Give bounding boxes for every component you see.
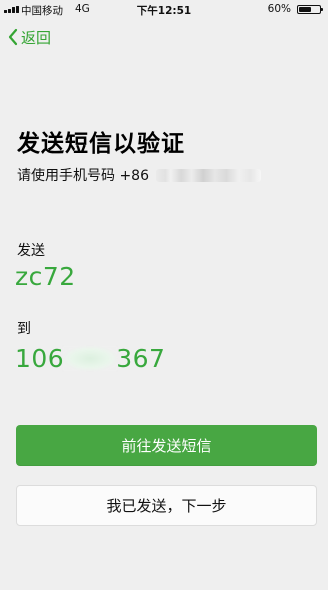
status-bar: 中国移动 4G 下午12:51 60%: [0, 0, 328, 18]
back-label: 返回: [21, 28, 52, 47]
phone-prompt-row: 请使用手机号码 +86: [17, 164, 317, 186]
chevron-left-icon: [8, 28, 18, 46]
send-sms-button[interactable]: 前往发送短信: [16, 425, 317, 466]
page-title: 发送短信以验证: [17, 131, 185, 157]
target-number-suffix: 367: [116, 344, 166, 373]
sent-next-step-label: 我已发送，下一步: [106, 497, 227, 515]
sms-verification-screen: 中国移动 4G 下午12:51 60% 返回 发送短信以验证 请使用手机号码 +…: [0, 0, 328, 590]
battery-icon: [297, 5, 323, 14]
phone-prompt: 请使用手机号码 +86: [17, 168, 149, 184]
send-sms-button-label: 前往发送短信: [121, 437, 212, 455]
target-sms-number: 106 367: [15, 342, 165, 375]
phone-number-mosaic: [156, 168, 261, 182]
back-button[interactable]: 返回: [6, 25, 51, 49]
target-number-mask: [63, 346, 118, 371]
sms-verification-content: zc72: [15, 262, 76, 291]
target-number-prefix: 106: [15, 344, 65, 373]
masked-phone-number: [156, 166, 261, 184]
battery-level-fill: [299, 7, 311, 12]
target-label: 到: [17, 321, 31, 337]
sent-next-step-button[interactable]: 我已发送，下一步: [16, 485, 317, 526]
send-label: 发送: [17, 243, 45, 259]
battery-percentage: 60%: [267, 3, 291, 15]
